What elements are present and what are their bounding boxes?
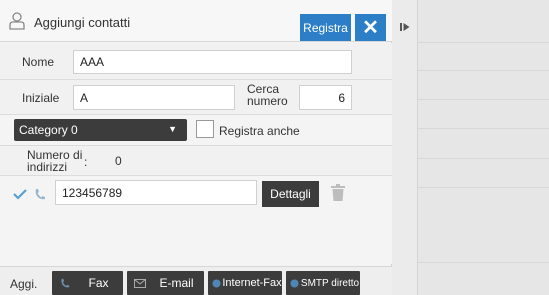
phone-icon bbox=[35, 189, 45, 200]
register-also-checkbox[interactable] bbox=[196, 120, 214, 138]
add-toolbar: Aggi. Fax E-mail Internet-Fax SMTP diret… bbox=[0, 266, 392, 295]
initial-row: Iniziale A Cerca numero 6 bbox=[0, 80, 392, 115]
trash-icon[interactable] bbox=[331, 184, 345, 202]
list-divider bbox=[418, 99, 549, 100]
details-button[interactable]: Dettagli bbox=[262, 181, 319, 207]
globe-icon bbox=[210, 278, 222, 288]
category-row: Category 0 ▼ Registra anche bbox=[0, 115, 392, 146]
initial-label: Iniziale bbox=[22, 91, 60, 105]
fax-button[interactable]: Fax bbox=[52, 271, 123, 295]
address-count-row: Numero di indirizzi : 0 bbox=[0, 146, 392, 176]
address-count-label: Numero di indirizzi bbox=[27, 148, 83, 174]
search-number-label: Cerca numero bbox=[247, 82, 288, 108]
smtp-direct-button[interactable]: SMTP diretto bbox=[286, 271, 360, 295]
internet-fax-button[interactable]: Internet-Fax bbox=[208, 271, 282, 295]
category-select[interactable]: Category 0 ▼ bbox=[14, 119, 187, 141]
check-icon bbox=[13, 189, 27, 200]
internet-fax-label: Internet-Fax bbox=[222, 277, 282, 289]
add-label: Aggi. bbox=[10, 277, 38, 291]
list-divider bbox=[418, 42, 549, 43]
phone-icon bbox=[56, 278, 74, 289]
list-divider bbox=[418, 70, 549, 71]
expand-icon[interactable] bbox=[400, 22, 410, 32]
globe-icon bbox=[288, 278, 300, 288]
list-divider bbox=[418, 187, 549, 188]
name-label: Nome bbox=[22, 55, 55, 69]
page-title: Aggiungi contatti bbox=[34, 15, 131, 30]
mail-icon bbox=[131, 278, 149, 288]
list-divider bbox=[418, 128, 549, 129]
search-number-input[interactable]: 6 bbox=[299, 85, 352, 110]
initial-input[interactable]: A bbox=[73, 85, 235, 110]
email-button[interactable]: E-mail bbox=[127, 271, 204, 295]
user-icon bbox=[9, 12, 25, 30]
address-number-input[interactable]: 123456789 bbox=[55, 180, 257, 205]
register-button[interactable]: Registra bbox=[300, 14, 351, 41]
address-count-separator: : bbox=[84, 155, 88, 169]
close-button[interactable]: ✕ bbox=[355, 14, 386, 41]
email-label: E-mail bbox=[159, 276, 194, 290]
category-value: Category 0 bbox=[19, 123, 78, 137]
chevron-down-icon: ▼ bbox=[168, 124, 177, 134]
side-toggle-strip bbox=[392, 0, 418, 295]
address-count-value: 0 bbox=[115, 154, 122, 168]
name-input[interactable]: AAA bbox=[73, 50, 352, 74]
header-bar: Aggiungi contatti Registra ✕ bbox=[0, 0, 392, 42]
fax-label: Fax bbox=[88, 276, 109, 290]
name-row: Nome AAA bbox=[0, 43, 392, 80]
add-contact-panel: Aggiungi contatti Registra ✕ Nome AAA In… bbox=[0, 0, 392, 295]
list-divider bbox=[418, 158, 549, 159]
register-also-label: Registra anche bbox=[219, 124, 300, 138]
list-divider bbox=[418, 262, 549, 263]
smtp-direct-label: SMTP diretto bbox=[300, 277, 360, 289]
close-icon: ✕ bbox=[362, 17, 379, 39]
